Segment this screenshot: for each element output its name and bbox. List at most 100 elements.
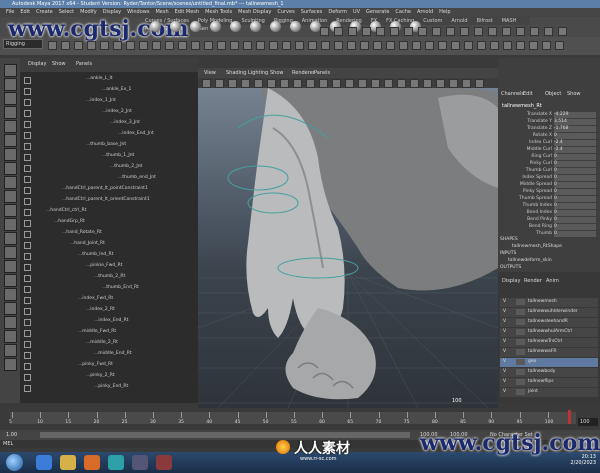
shelf-sphere-icon[interactable] — [170, 21, 181, 32]
row-checkbox[interactable] — [24, 143, 31, 150]
tool-icon[interactable] — [4, 190, 17, 203]
outliner-row[interactable]: ...handCtrl_ctrl_Rt — [46, 208, 86, 215]
status-tool-icon[interactable] — [269, 41, 278, 50]
shelf-sphere-icon[interactable] — [150, 21, 161, 32]
channel-value[interactable]: 0 — [554, 196, 596, 202]
row-checkbox[interactable] — [24, 286, 31, 293]
shelf-tool-icon[interactable] — [516, 27, 525, 36]
shelf-sphere-icon[interactable] — [210, 21, 221, 32]
outliner-row[interactable]: ...handCtrl_parent_lt_pointConstraint1 — [62, 186, 148, 193]
outliner-row[interactable]: ...index_Fwd_Rt — [78, 296, 113, 303]
layer-visibility-toggle[interactable]: V — [503, 329, 506, 334]
status-tool-icon[interactable] — [347, 41, 356, 50]
row-checkbox[interactable] — [24, 264, 31, 271]
ie-icon[interactable] — [36, 455, 52, 470]
tool-icon[interactable] — [4, 358, 17, 371]
viewport-tool-icon[interactable] — [410, 79, 419, 88]
viewport-menu-panels[interactable]: Panels — [314, 70, 330, 76]
shelf-tool-icon[interactable] — [544, 27, 553, 36]
row-checkbox[interactable] — [24, 363, 31, 370]
status-tool-icon[interactable] — [282, 41, 291, 50]
status-tool-icon[interactable] — [48, 41, 57, 50]
channel-row[interactable]: Index Spread 0 — [502, 175, 596, 182]
menu-cache[interactable]: Cache — [395, 8, 411, 17]
channel-value[interactable]: -2.4 — [554, 140, 596, 146]
tool-icon[interactable] — [4, 120, 17, 133]
tool-icon[interactable] — [4, 274, 17, 287]
app-icon[interactable] — [132, 455, 148, 470]
viewport-tool-icon[interactable] — [241, 79, 250, 88]
shelf-tool-icon[interactable] — [404, 27, 413, 36]
tool-icon[interactable] — [4, 162, 17, 175]
status-tool-icon[interactable] — [386, 41, 395, 50]
tool-icon[interactable] — [4, 232, 17, 245]
status-tool-icon[interactable] — [165, 41, 174, 50]
viewport-menu-shading[interactable]: Shading — [226, 70, 246, 76]
layer-visibility-toggle[interactable]: V — [503, 349, 506, 354]
shelf-tab[interactable]: Arnold — [451, 17, 467, 25]
layer-row[interactable]: Vtallnewwuhlderwinder — [500, 308, 598, 317]
status-tool-icon[interactable] — [243, 41, 252, 50]
channel-row[interactable]: Ring Curl 0 — [502, 154, 596, 161]
range-start[interactable]: 1.00 — [6, 432, 17, 438]
row-checkbox[interactable] — [24, 319, 31, 326]
time-slider[interactable]: 100 5 10 15 20 25 30 35 40 45 50 55 60 65 70 75 80 85 90 9… — [0, 408, 600, 430]
channel-row[interactable]: Translate Z -1.768 — [502, 126, 596, 133]
layer-visibility-toggle[interactable]: V — [503, 379, 506, 384]
row-checkbox[interactable] — [24, 132, 31, 139]
layer-visibility-toggle[interactable]: V — [503, 359, 506, 364]
layer-tab-display[interactable]: Display — [502, 278, 520, 284]
viewport-tool-icon[interactable] — [215, 79, 224, 88]
outliner-menu-show[interactable]: Show — [52, 61, 66, 67]
channel-value[interactable]: 0 — [554, 182, 596, 188]
status-tool-icon[interactable] — [334, 41, 343, 50]
outliner-row[interactable]: ...handGrp_Rt — [54, 219, 85, 226]
menu-deform[interactable]: Deform — [328, 8, 347, 17]
outliner-row[interactable]: ...thumb_end_Jnt — [118, 175, 156, 182]
channel-row[interactable]: Rotate X0 — [502, 133, 596, 140]
layer-visibility-toggle[interactable]: V — [503, 319, 506, 324]
channel-row[interactable]: Bend Index 0 — [502, 210, 596, 217]
row-checkbox[interactable] — [24, 110, 31, 117]
status-tool-icon[interactable] — [139, 41, 148, 50]
shelf-tool-icon[interactable] — [334, 27, 343, 36]
tool-icon[interactable] — [4, 246, 17, 259]
viewport-tool-icon[interactable] — [319, 79, 328, 88]
layer-visibility-toggle[interactable]: V — [503, 299, 506, 304]
shelf-tab[interactable]: MASH — [502, 17, 517, 25]
status-tool-icon[interactable] — [191, 41, 200, 50]
channel-row[interactable]: Middle Curl -2.4 — [502, 147, 596, 154]
layer-row[interactable]: VtallnewwhulArmCtrl — [500, 328, 598, 337]
viewport-menu-view[interactable]: View — [204, 70, 216, 76]
status-tool-icon[interactable] — [555, 41, 564, 50]
menu-curves[interactable]: Curves — [277, 8, 294, 17]
layer-color-swatch[interactable] — [516, 359, 525, 365]
shelf-tool-icon[interactable] — [460, 27, 469, 36]
viewport-tool-icon[interactable] — [384, 79, 393, 88]
outliner-row[interactable]: ...thumb_base_Jnt — [86, 142, 126, 149]
viewport-tool-icon[interactable] — [306, 79, 315, 88]
row-checkbox[interactable] — [24, 275, 31, 282]
channel-tab-show[interactable]: Show — [567, 91, 581, 97]
layer-color-swatch[interactable] — [516, 339, 525, 345]
tool-icon[interactable] — [4, 288, 17, 301]
status-tool-icon[interactable] — [321, 41, 330, 50]
row-checkbox[interactable] — [24, 231, 31, 238]
row-checkbox[interactable] — [24, 297, 31, 304]
viewport-tool-icon[interactable] — [475, 79, 484, 88]
status-tool-icon[interactable] — [100, 41, 109, 50]
channel-value[interactable]: 0 — [554, 203, 596, 209]
status-tool-icon[interactable] — [503, 41, 512, 50]
shelf-tool-icon[interactable] — [418, 27, 427, 36]
viewport-menu-lighting[interactable]: Lighting — [248, 70, 268, 76]
tool-icon[interactable] — [4, 134, 17, 147]
outliner-row[interactable]: ...thumb_1_Jnt — [102, 153, 134, 160]
status-tool-icon[interactable] — [61, 41, 70, 50]
shelf-sphere-icon[interactable] — [230, 21, 241, 32]
viewport-tool-icon[interactable] — [332, 79, 341, 88]
row-checkbox[interactable] — [24, 385, 31, 392]
shelf-tab[interactable]: Bifrost — [477, 17, 493, 25]
outliner-row[interactable]: ...thumb_2_Jnt — [110, 164, 142, 171]
layer-color-swatch[interactable] — [516, 319, 525, 325]
row-checkbox[interactable] — [24, 220, 31, 227]
